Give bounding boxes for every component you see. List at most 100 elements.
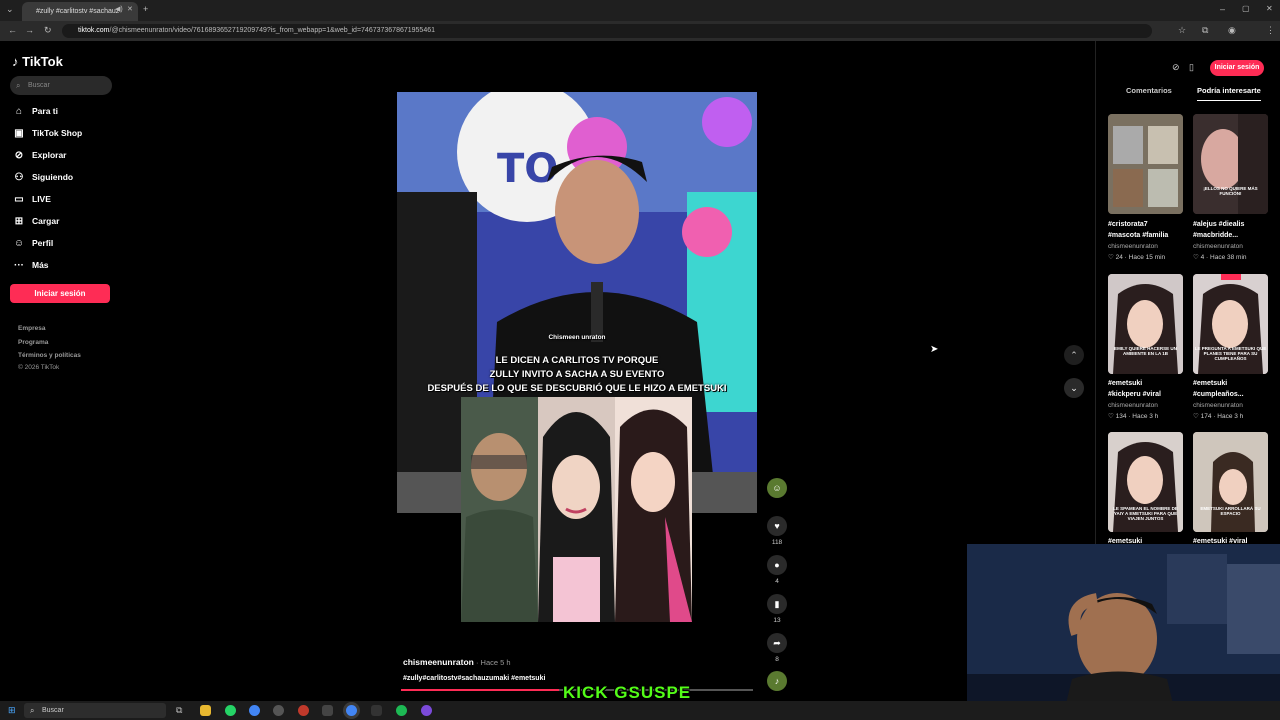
card-3-author[interactable]: chismeenunraton [1108, 402, 1158, 409]
taskbar-search[interactable]: ⌕ Buscar [24, 703, 166, 718]
more-icon: ··· [14, 260, 24, 271]
new-tab-icon[interactable]: + [143, 5, 148, 14]
caption-line-2: ZULLY INVITO A SACHA A SU EVENTO [489, 369, 665, 380]
tab-podria-interesarte[interactable]: Podría interesarte [1197, 86, 1261, 101]
search-input[interactable]: ⌕ Buscar [10, 76, 112, 95]
profile-icon: ☺ [13, 238, 25, 249]
windows-start-icon[interactable]: ⊞ [8, 706, 16, 715]
thumb-card-5[interactable]: LE SPAMEAN EL NOMBRE DE YAIY A EMETSUKI … [1108, 432, 1183, 532]
file-explorer-icon[interactable] [200, 705, 211, 716]
chrome-icon[interactable] [249, 705, 260, 716]
app-icon-7[interactable] [371, 705, 382, 716]
video-author[interactable]: chismeenunraton · Hace 5 h [403, 657, 511, 667]
nav-siguiendo[interactable]: ⚇ Siguiendo [12, 172, 74, 183]
tiktok-logo[interactable]: ♪ TikTok [12, 54, 63, 69]
card-6-thumb-text: EMETSUKI ARROLLARÁ SU ESPACIO [1200, 506, 1261, 516]
chrome-active-icon[interactable] [346, 705, 357, 716]
maximize-icon[interactable]: ▢ [1242, 5, 1250, 13]
card-2-stats: ♡ 4 · Hace 38 min [1193, 254, 1247, 261]
comment-action[interactable]: ● 4 [766, 555, 788, 585]
device-icon[interactable]: ⊘ [1172, 62, 1180, 73]
card-2-author[interactable]: chismeenunraton [1193, 243, 1243, 250]
app-icon-9[interactable] [421, 705, 432, 716]
footer-programa[interactable]: Programa [18, 339, 48, 346]
share-action[interactable]: ➦ 8 [766, 633, 788, 663]
login-button-sidebar[interactable]: Iniciar sesión [10, 284, 110, 303]
phone-icon[interactable]: ▯ [1189, 62, 1194, 73]
home-icon: ⌂ [15, 106, 23, 117]
author-avatar-action[interactable]: ☺ [766, 478, 788, 498]
search-icon: ⌕ [16, 81, 21, 90]
streamer-webcam [967, 544, 1280, 720]
card-4-thumb-text: LE PREGUNTA A EMETSUKI QUE PLANES TIENE … [1194, 346, 1267, 361]
author-name[interactable]: chismeenunraton [403, 657, 474, 667]
card-2-title[interactable]: #alejus #diealis #macbridde... [1193, 219, 1268, 241]
thumb-card-6[interactable]: EMETSUKI ARROLLARÁ SU ESPACIO [1193, 432, 1268, 532]
nav-perfil[interactable]: ☺ Perfil [12, 238, 53, 249]
compass-icon: ⊘ [14, 150, 24, 161]
url-domain: tiktok.com [78, 27, 110, 34]
address-bar-row: ← → ↻ tiktok.com/@chismeenunraton/video/… [0, 21, 1280, 41]
caption-line-3: DESPUÉS DE LO QUE SE DESCUBRIÓ QUE LE HI… [427, 383, 727, 394]
card-4-author[interactable]: chismeenunraton [1193, 402, 1243, 409]
card-3-title[interactable]: #emetsuki #kickperu #viral [1108, 378, 1183, 400]
footer-terminos[interactable]: Términos y políticas [18, 352, 81, 359]
app-icon-4[interactable] [298, 705, 309, 716]
app-icon-5[interactable] [322, 705, 333, 716]
thumb-card-2[interactable]: ¡ELLOS NO QUIERE MÁS FUNCIÓN! [1193, 114, 1268, 214]
face-panel-3 [615, 397, 692, 622]
comment-count: 4 [775, 578, 779, 585]
previous-video-button[interactable]: ⌃ [1064, 345, 1084, 365]
nav-para-ti[interactable]: ⌂ Para ti [12, 106, 58, 117]
nav-explorar[interactable]: ⊘ Explorar [12, 150, 67, 161]
tab-menu-icon[interactable]: ⌄ [6, 5, 14, 14]
thumb-card-3[interactable]: EMILY QUIERE HACERSE UN AMBIENTE EN LA 1… [1108, 274, 1183, 374]
card-1-title[interactable]: #cristorata7 #mascota #familia [1108, 219, 1183, 241]
nav-tiktok-shop[interactable]: ▣ TikTok Shop [12, 128, 82, 139]
minimize-icon[interactable]: – [1220, 5, 1225, 14]
spotify-icon[interactable] [396, 705, 407, 716]
tab-audio-icon[interactable]: ◀) [115, 6, 123, 13]
forward-icon[interactable]: → [25, 26, 34, 35]
profile-icon[interactable]: ◉ [1228, 26, 1236, 35]
svg-text:TO: TO [497, 146, 558, 192]
card-4-title[interactable]: #emetsuki #cumpleaños... [1193, 378, 1268, 400]
browser-menu-icon[interactable]: ⋮ [1266, 26, 1275, 35]
nav-mas[interactable]: ··· Más [12, 260, 49, 271]
app-icon-3[interactable] [273, 705, 284, 716]
heart-icon: ♥ [767, 516, 787, 536]
nav-live[interactable]: ▭ LIVE [12, 194, 51, 205]
save-action[interactable]: ▮ 13 [766, 594, 788, 624]
face-panel-2 [538, 397, 615, 622]
whatsapp-icon[interactable] [225, 705, 236, 716]
like-action[interactable]: ♥ 118 [766, 516, 788, 546]
share-icon: ➦ [767, 633, 787, 653]
tab-close-icon[interactable]: ✕ [127, 6, 133, 13]
card-2-thumb-text: ¡ELLOS NO QUIERE MÁS FUNCIÓN! [1203, 186, 1258, 196]
back-icon[interactable]: ← [8, 26, 17, 35]
nav-cargar[interactable]: ⊞ Cargar [12, 216, 60, 227]
footer-empresa[interactable]: Empresa [18, 325, 45, 332]
taskbar: ⊞ ⌕ Buscar ⧉ [0, 701, 1280, 720]
music-disc-action[interactable]: ♪ [766, 671, 788, 691]
tab-comentarios[interactable]: Comentarios [1126, 86, 1172, 95]
save-count: 13 [773, 617, 781, 624]
login-button-top[interactable]: Iniciar sesión [1210, 60, 1264, 76]
thumb-card-4[interactable]: LE PREGUNTA A EMETSUKI QUE PLANES TIENE … [1193, 274, 1268, 374]
video-hashtags[interactable]: #zully#carlitostv#sachauzumaki #emetsuki [403, 675, 545, 682]
extensions-icon[interactable]: ⧉ [1202, 26, 1208, 35]
post-time: · Hace 5 h [473, 658, 511, 667]
reload-icon[interactable]: ↻ [44, 26, 52, 35]
card-3-thumb-text: EMILY QUIERE HACERSE UN AMBIENTE EN LA 1… [1114, 346, 1177, 356]
mouse-cursor-icon: ➤ [930, 344, 939, 355]
chevron-down-icon: ⌄ [1070, 383, 1078, 393]
close-window-icon[interactable]: ✕ [1266, 5, 1273, 13]
next-video-button[interactable]: ⌄ [1064, 378, 1084, 398]
card-1-author[interactable]: chismeenunraton [1108, 243, 1158, 250]
bookmark-star-icon[interactable]: ☆ [1178, 26, 1186, 35]
url-field[interactable]: tiktok.com/@chismeenunraton/video/761689… [62, 24, 1152, 38]
shop-icon: ▣ [14, 128, 24, 139]
card-4-stats: ♡ 174 · Hace 3 h [1193, 413, 1244, 420]
thumb-card-1[interactable] [1108, 114, 1183, 214]
task-view-icon[interactable]: ⧉ [176, 706, 182, 715]
